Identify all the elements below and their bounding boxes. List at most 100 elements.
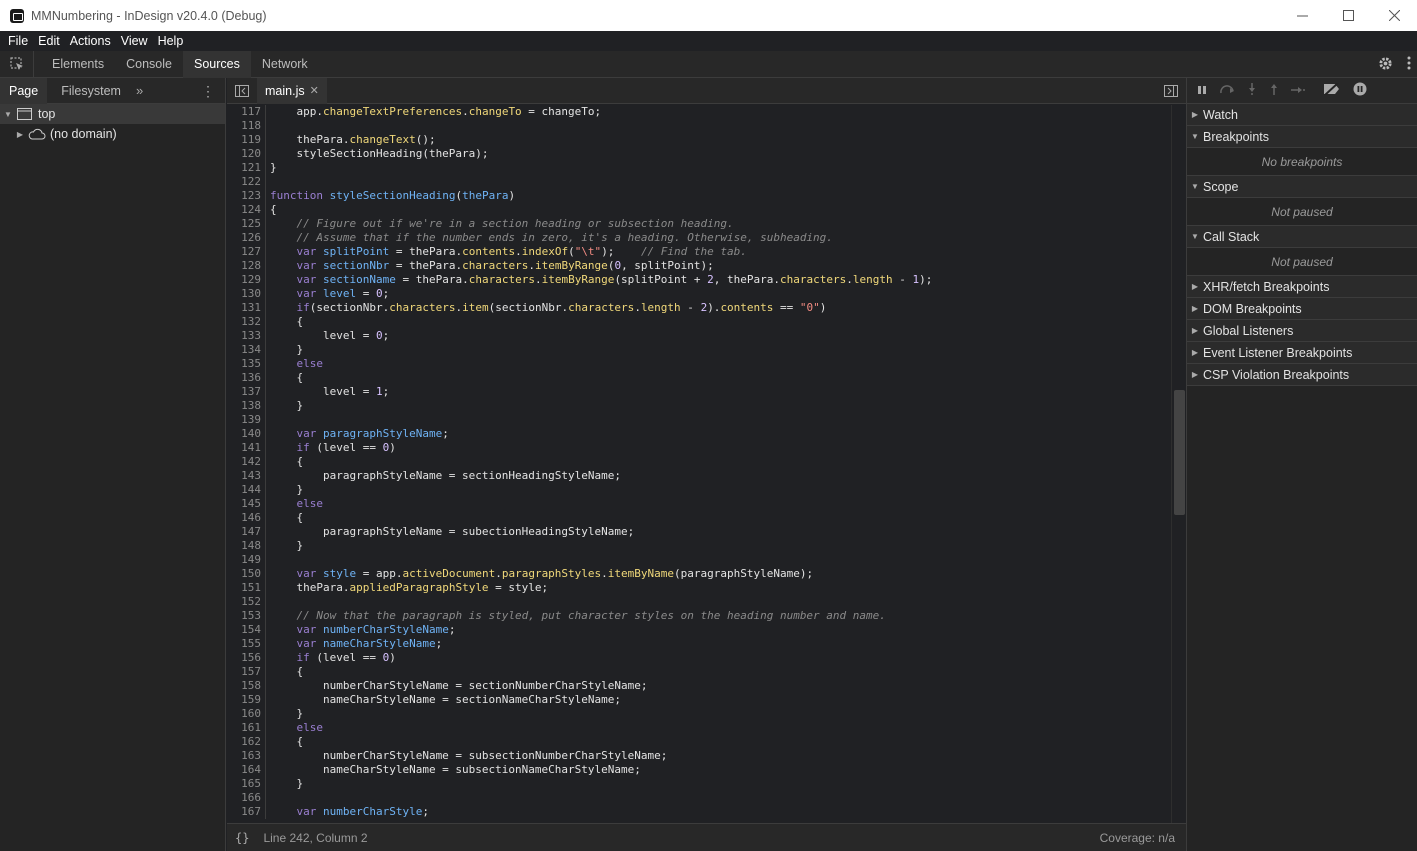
line-number[interactable]: 123 <box>227 189 265 203</box>
tab-page[interactable]: Page <box>0 77 48 104</box>
tree-item-no-domain[interactable]: ▶ (no domain) <box>0 124 225 144</box>
line-number[interactable]: 136 <box>227 371 265 385</box>
menu-edit[interactable]: Edit <box>34 34 64 48</box>
menu-file[interactable]: File <box>4 34 32 48</box>
tree-item-top[interactable]: ▼ top <box>0 104 225 124</box>
code-line[interactable]: 153 // Now that the paragraph is styled,… <box>227 609 1171 623</box>
line-number[interactable]: 143 <box>227 469 265 483</box>
line-number[interactable]: 157 <box>227 665 265 679</box>
line-number[interactable]: 130 <box>227 287 265 301</box>
code-line[interactable]: 141 if (level == 0) <box>227 441 1171 455</box>
chevron-double-right-icon[interactable]: » <box>130 83 149 98</box>
code-line[interactable]: 159 nameCharStyleName = sectionNameCharS… <box>227 693 1171 707</box>
scrollbar-thumb[interactable] <box>1174 390 1185 515</box>
line-number[interactable]: 156 <box>227 651 265 665</box>
step-out-icon[interactable] <box>1269 83 1279 98</box>
code-line[interactable]: 151 thePara.appliedParagraphStyle = styl… <box>227 581 1171 595</box>
tab-network[interactable]: Network <box>251 51 319 78</box>
close-button[interactable] <box>1371 0 1417 31</box>
code-line[interactable]: 126 // Assume that if the number ends in… <box>227 231 1171 245</box>
line-number[interactable]: 162 <box>227 735 265 749</box>
line-number[interactable]: 137 <box>227 385 265 399</box>
line-number[interactable]: 120 <box>227 147 265 161</box>
deactivate-breakpoints-icon[interactable] <box>1323 82 1341 98</box>
line-number[interactable]: 152 <box>227 595 265 609</box>
section-csp-violation-breakpoints[interactable]: ▶ CSP Violation Breakpoints <box>1187 364 1417 386</box>
triangle-right-icon[interactable]: ▶ <box>1187 304 1203 313</box>
line-number[interactable]: 146 <box>227 511 265 525</box>
code-line[interactable]: 148 } <box>227 539 1171 553</box>
line-number[interactable]: 165 <box>227 777 265 791</box>
code-line[interactable]: 123 function styleSectionHeading(thePara) <box>227 189 1171 203</box>
code-line[interactable]: 122 <box>227 175 1171 189</box>
step-icon[interactable] <box>1291 84 1305 98</box>
line-number[interactable]: 163 <box>227 749 265 763</box>
line-number[interactable]: 138 <box>227 399 265 413</box>
line-number[interactable]: 132 <box>227 315 265 329</box>
code-line[interactable]: 139 <box>227 413 1171 427</box>
minimize-button[interactable] <box>1279 0 1325 31</box>
line-number[interactable]: 148 <box>227 539 265 553</box>
settings-button[interactable] <box>1378 56 1393 74</box>
more-vertical-icon[interactable]: ⋮ <box>201 83 215 100</box>
tab-elements[interactable]: Elements <box>41 51 115 78</box>
triangle-down-icon[interactable]: ▼ <box>2 110 14 119</box>
maximize-button[interactable] <box>1325 0 1371 31</box>
code-line[interactable]: 146 { <box>227 511 1171 525</box>
line-number[interactable]: 122 <box>227 175 265 189</box>
code-line[interactable]: 124 { <box>227 203 1171 217</box>
code-line[interactable]: 149 <box>227 553 1171 567</box>
triangle-right-icon[interactable]: ▶ <box>14 130 26 139</box>
code-line[interactable]: 131 if(sectionNbr.characters.item(sectio… <box>227 301 1171 315</box>
code-line[interactable]: 154 var numberCharStyleName; <box>227 623 1171 637</box>
triangle-down-icon[interactable]: ▼ <box>1187 182 1203 191</box>
code-line[interactable]: 118 <box>227 119 1171 133</box>
code-line[interactable]: 158 numberCharStyleName = sectionNumberC… <box>227 679 1171 693</box>
line-number[interactable]: 147 <box>227 525 265 539</box>
line-number[interactable]: 118 <box>227 119 265 133</box>
line-number[interactable]: 150 <box>227 567 265 581</box>
section-dom-breakpoints[interactable]: ▶ DOM Breakpoints <box>1187 298 1417 320</box>
code-line[interactable]: 129 var sectionName = thePara.characters… <box>227 273 1171 287</box>
line-number[interactable]: 159 <box>227 693 265 707</box>
inspect-element-button[interactable] <box>0 50 34 78</box>
menu-actions[interactable]: Actions <box>66 34 115 48</box>
code-line[interactable]: 136 { <box>227 371 1171 385</box>
code-line[interactable]: 125 // Figure out if we're in a section … <box>227 217 1171 231</box>
code-line[interactable]: 166 <box>227 791 1171 805</box>
line-number[interactable]: 119 <box>227 133 265 147</box>
code-area[interactable]: 117 app.changeTextPreferences.changeTo =… <box>227 105 1171 823</box>
section-global-listeners[interactable]: ▶ Global Listeners <box>1187 320 1417 342</box>
section-watch[interactable]: ▶ Watch <box>1187 104 1417 126</box>
tab-filesystem[interactable]: Filesystem <box>52 78 130 104</box>
code-line[interactable]: 150 var style = app.activeDocument.parag… <box>227 567 1171 581</box>
code-line[interactable]: 163 numberCharStyleName = subsectionNumb… <box>227 749 1171 763</box>
code-line[interactable]: 128 var sectionNbr = thePara.characters.… <box>227 259 1171 273</box>
toggle-navigator-button[interactable] <box>227 84 257 97</box>
code-line[interactable]: 162 { <box>227 735 1171 749</box>
triangle-right-icon[interactable]: ▶ <box>1187 110 1203 119</box>
toggle-debugger-button[interactable] <box>1164 85 1178 100</box>
code-line[interactable]: 157 { <box>227 665 1171 679</box>
file-tab-main-js[interactable]: main.js ✕ <box>257 77 327 104</box>
line-number[interactable]: 125 <box>227 217 265 231</box>
code-line[interactable]: 164 nameCharStyleName = subsectionNameCh… <box>227 763 1171 777</box>
line-number[interactable]: 140 <box>227 427 265 441</box>
code-line[interactable]: 133 level = 0; <box>227 329 1171 343</box>
line-number[interactable]: 145 <box>227 497 265 511</box>
tab-sources[interactable]: Sources <box>182 50 251 78</box>
pretty-print-button[interactable]: {} <box>235 831 249 845</box>
code-line[interactable]: 117 app.changeTextPreferences.changeTo =… <box>227 105 1171 119</box>
line-number[interactable]: 160 <box>227 707 265 721</box>
code-line[interactable]: 119 thePara.changeText(); <box>227 133 1171 147</box>
section-call-stack[interactable]: ▼ Call Stack <box>1187 226 1417 248</box>
section-scope[interactable]: ▼ Scope <box>1187 176 1417 198</box>
line-number[interactable]: 131 <box>227 301 265 315</box>
code-line[interactable]: 165 } <box>227 777 1171 791</box>
step-over-icon[interactable] <box>1219 84 1235 98</box>
section-xhr-fetch-breakpoints[interactable]: ▶ XHR/fetch Breakpoints <box>1187 276 1417 298</box>
line-number[interactable]: 153 <box>227 609 265 623</box>
menu-view[interactable]: View <box>117 34 152 48</box>
code-line[interactable]: 155 var nameCharStyleName; <box>227 637 1171 651</box>
tab-console[interactable]: Console <box>115 51 183 78</box>
